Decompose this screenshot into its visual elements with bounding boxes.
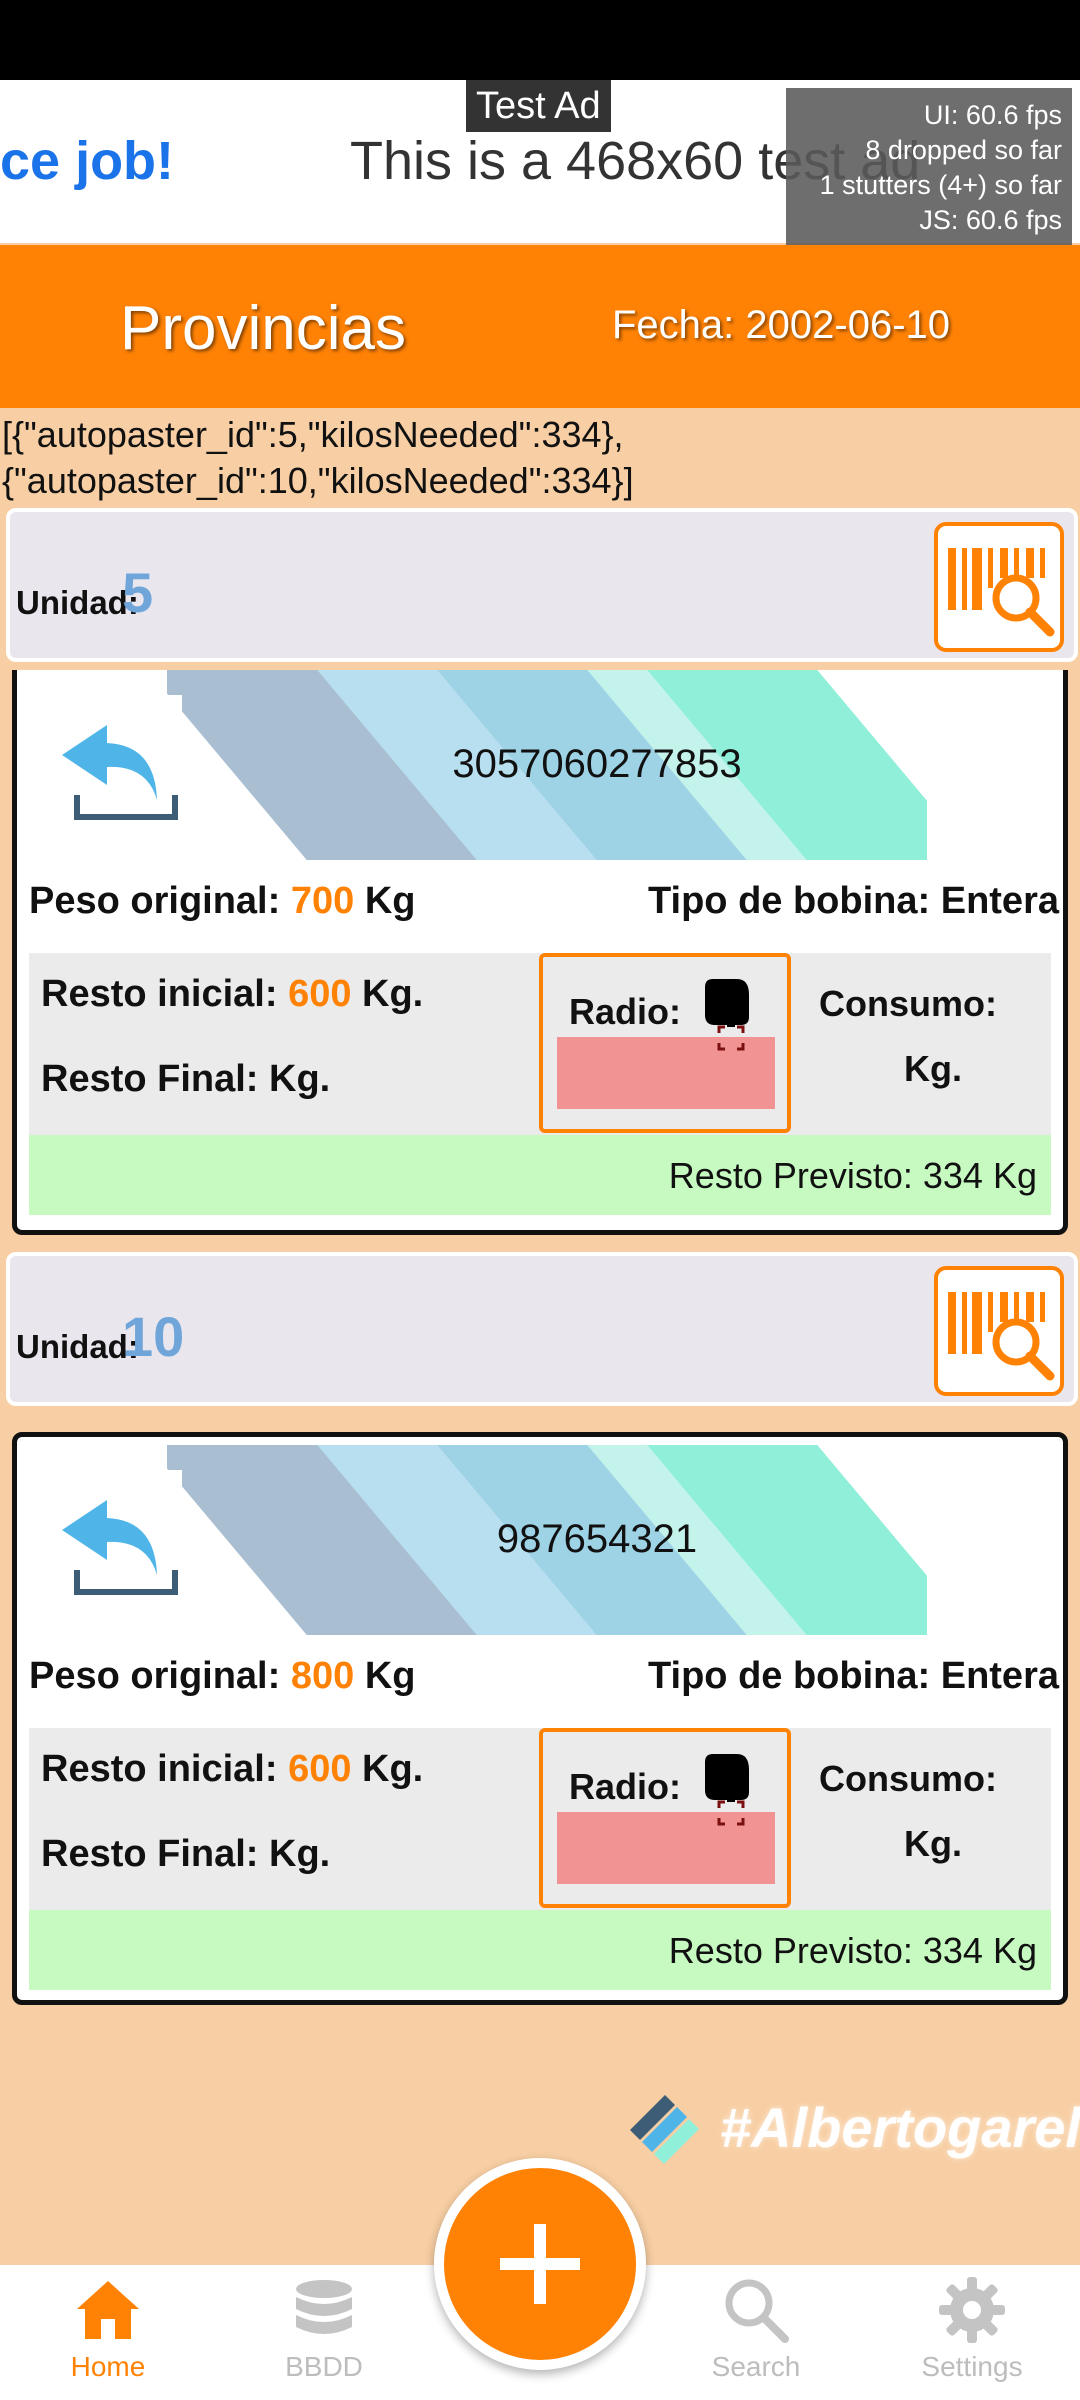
- status-bar: [0, 0, 1080, 80]
- consumo-unit: Kg.: [904, 1823, 962, 1864]
- undo-button[interactable]: [37, 695, 182, 840]
- unit-number: 5: [122, 561, 154, 624]
- bobina-card: 3057060277853 Peso original: 700 Kg Tipo…: [12, 670, 1068, 1235]
- fps-overlay: UI: 60.6 fps 8 dropped so far 1 stutters…: [786, 88, 1072, 248]
- undo-arrow-icon: [62, 1500, 178, 1595]
- unit-label: Unidad:: [16, 584, 139, 621]
- tipo-bobina: Tipo de bobina: Entera: [648, 880, 1059, 922]
- barcode-search-icon: [948, 548, 1055, 637]
- peso-row: Peso original: 700 Kg Tipo de bobina: En…: [29, 880, 1059, 923]
- resto-inicial: Resto inicial: 600 Kg.: [41, 1748, 423, 1791]
- date-label: Fecha: 2002-06-10: [612, 303, 951, 347]
- fps-ui: UI: 60.6 fps: [923, 100, 1062, 130]
- nav-home[interactable]: Home: [18, 2275, 198, 2383]
- resto-inicial-value: 600: [288, 1748, 352, 1790]
- unit-bar: Unidad: 5: [6, 508, 1078, 662]
- consumo-label: Consumo:: [819, 1758, 997, 1799]
- unit-number: 10: [122, 1305, 185, 1368]
- barcode-scan-button[interactable]: [934, 522, 1064, 652]
- peso-unit: Kg: [364, 1655, 416, 1697]
- nav-home-label: Home: [70, 2351, 146, 2382]
- database-icon: [296, 2280, 352, 2334]
- barcode-scan-button[interactable]: [934, 1266, 1064, 1396]
- watermark-logo-icon: [630, 2095, 699, 2164]
- peso-value: 700: [290, 880, 355, 922]
- resto-previsto-bar: Resto Previsto: 334 Kg: [29, 1910, 1051, 1990]
- add-button[interactable]: [434, 2158, 646, 2370]
- undo-button[interactable]: [37, 1470, 182, 1615]
- fps-dropped: 8 dropped so far: [865, 135, 1062, 165]
- watermark: #Albertogarel: [620, 2085, 1080, 2175]
- nav-settings-label: Settings: [921, 2351, 1023, 2382]
- nav-search-label: Search: [711, 2351, 801, 2382]
- ad-label: Test Ad: [466, 80, 611, 132]
- undo-arrow-icon: [62, 725, 178, 820]
- watermark-text: #Albertogarel: [720, 2096, 1080, 2159]
- tap-hand-icon: [705, 1754, 749, 1826]
- bobina-id: 3057060277853: [452, 742, 742, 786]
- resto-final: Resto Final: Kg.: [41, 1833, 331, 1875]
- resto-inicial: Resto inicial: 600 Kg.: [41, 973, 423, 1016]
- page-title: Provincias: [120, 294, 406, 363]
- tap-hand-icon: [705, 979, 749, 1051]
- plus-icon: [500, 2224, 580, 2304]
- resto-section: Resto inicial: 600 Kg. Resto Final: Kg. …: [29, 953, 1051, 1135]
- fps-js: JS: 60.6 fps: [919, 205, 1062, 235]
- gear-icon: [939, 2277, 1005, 2343]
- bobina-id: 987654321: [496, 1517, 698, 1561]
- nav-search[interactable]: Search: [666, 2275, 846, 2383]
- consumo-label: Consumo:: [819, 983, 997, 1024]
- unit-label: Unidad:: [16, 1328, 139, 1365]
- home-icon: [77, 2281, 139, 2339]
- peso-label: Peso original:: [29, 880, 281, 922]
- consumo-unit: Kg.: [904, 1048, 962, 1089]
- radio-box: Radio:: [539, 1728, 791, 1908]
- nav-bbdd[interactable]: BBDD: [234, 2275, 414, 2383]
- resto-previsto: Resto Previsto: 334 Kg: [668, 1930, 1037, 1971]
- fps-stutters: 1 stutters (4+) so far: [819, 170, 1062, 200]
- bobina-card: 987654321 Peso original: 800 Kg Tipo de …: [12, 1432, 1068, 2005]
- app-header: Provincias Fecha: 2002-06-10: [0, 245, 1080, 408]
- radio-label: Radio:: [569, 1766, 681, 1807]
- resto-inicial-unit: Kg.: [362, 973, 424, 1015]
- radio-label: Radio:: [569, 991, 681, 1032]
- search-icon: [725, 2279, 789, 2343]
- resto-inicial-label: Resto inicial:: [41, 1748, 278, 1790]
- resto-inicial-unit: Kg.: [362, 1748, 424, 1790]
- resto-inicial-value: 600: [288, 973, 352, 1015]
- tipo-bobina: Tipo de bobina: Entera: [648, 1655, 1059, 1697]
- peso-unit: Kg: [364, 880, 416, 922]
- resto-previsto: Resto Previsto: 334 Kg: [668, 1155, 1037, 1196]
- peso-row: Peso original: 800 Kg Tipo de bobina: En…: [29, 1655, 1059, 1698]
- peso-label: Peso original:: [29, 1655, 281, 1697]
- debug-json-text: [{"autopaster_id":5,"kilosNeeded":334},{…: [2, 414, 634, 501]
- nav-settings[interactable]: Settings: [882, 2275, 1062, 2383]
- resto-final: Resto Final: Kg.: [41, 1058, 331, 1100]
- peso-value: 800: [290, 1655, 355, 1697]
- unit-bar: Unidad: 10: [6, 1252, 1078, 1406]
- resto-previsto-bar: Resto Previsto: 334 Kg: [29, 1135, 1051, 1215]
- radio-box: Radio:: [539, 953, 791, 1133]
- resto-inicial-label: Resto inicial:: [41, 973, 278, 1015]
- barcode-search-icon: [948, 1292, 1055, 1381]
- nav-bbdd-label: BBDD: [285, 2351, 363, 2382]
- ad-left-text: ce job!: [0, 131, 175, 191]
- resto-section: Resto inicial: 600 Kg. Resto Final: Kg. …: [29, 1728, 1051, 1910]
